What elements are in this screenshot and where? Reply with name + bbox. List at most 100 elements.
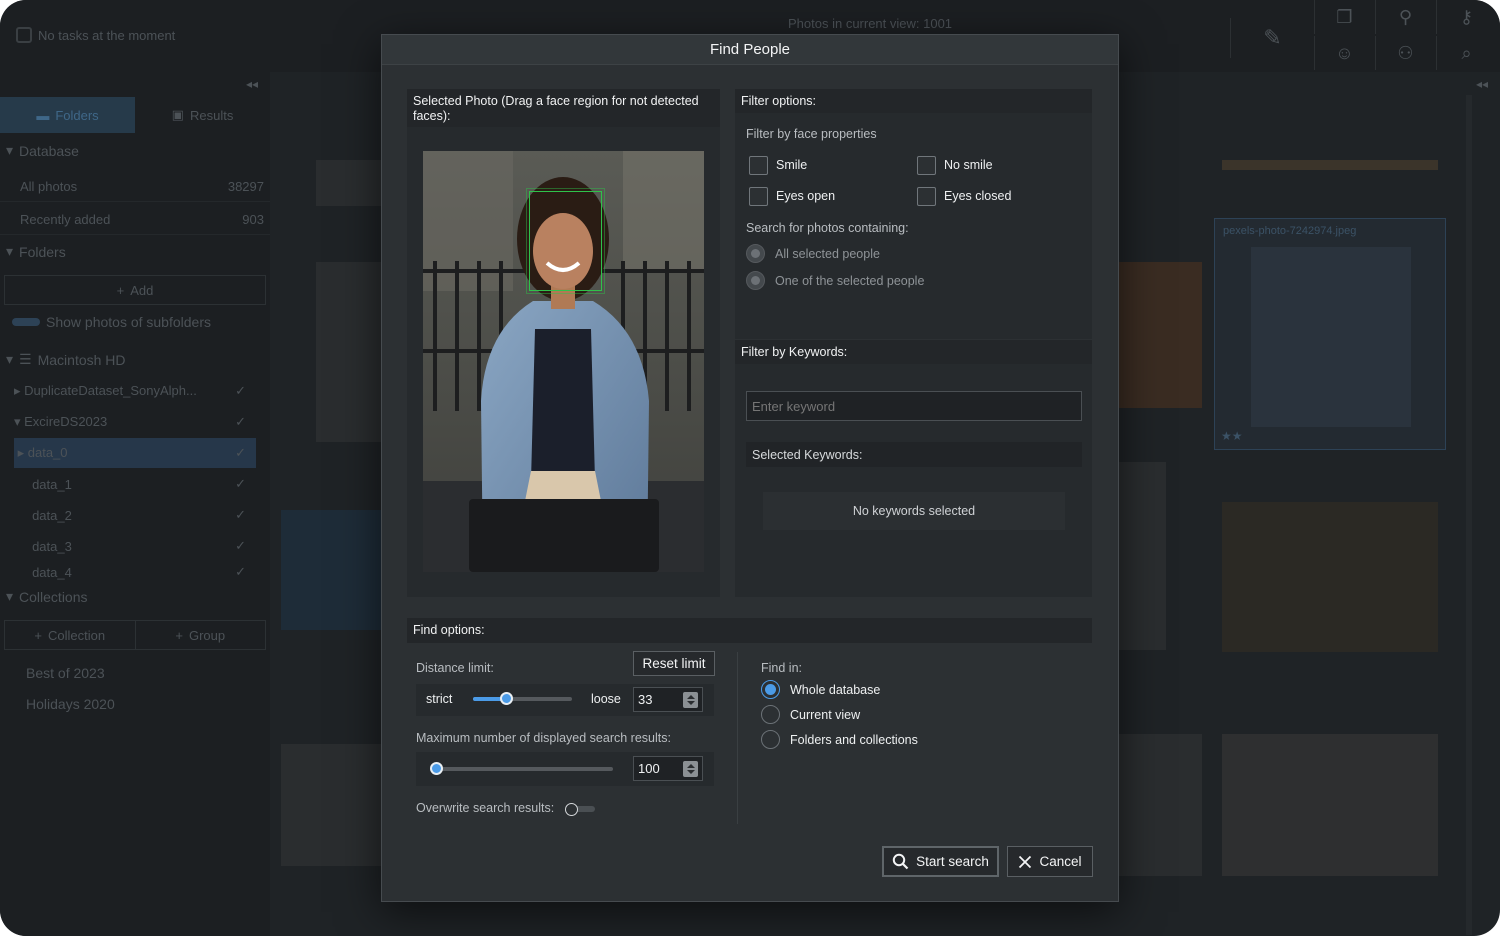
loose-label: loose — [591, 692, 621, 706]
check-icon: ✓ — [235, 507, 246, 522]
results-icon: ▣ — [171, 107, 184, 122]
face-properties-label: Filter by face properties — [746, 127, 877, 141]
sidebar-item-all-photos[interactable]: All photos 38297 — [0, 172, 270, 202]
thumbnail[interactable] — [1118, 462, 1166, 650]
photo-panel-header: Selected Photo (Drag a face region for n… — [407, 89, 720, 127]
tree-item[interactable]: data_1 ✓ — [14, 469, 256, 499]
plus-icon: + — [34, 627, 42, 643]
max-results-slider-track[interactable] — [436, 767, 613, 771]
selected-thumbnail[interactable]: pexels-photo-7242974.jpeg ★★ — [1214, 218, 1446, 450]
stack-icon[interactable]: ❐ — [1314, 0, 1374, 34]
start-search-label: Start search — [916, 854, 989, 869]
thumbnail[interactable] — [1222, 160, 1438, 170]
folders-collections-label: Folders and collections — [790, 733, 918, 747]
thumbnail[interactable] — [1118, 262, 1202, 408]
sidebar-item-recently-added[interactable]: Recently added 903 — [0, 205, 270, 235]
tab-folders[interactable]: ▬ Folders — [0, 97, 135, 133]
search-icon[interactable]: ⌕ — [1436, 36, 1496, 70]
location-icon[interactable]: ⚲ — [1375, 0, 1435, 34]
add-group-button[interactable]: + Group — [134, 621, 266, 649]
people-icon[interactable]: ⚇ — [1375, 36, 1435, 70]
overwrite-label: Overwrite search results: — [416, 801, 555, 815]
thumbnail[interactable] — [1222, 502, 1438, 652]
whole-database-radio[interactable] — [761, 680, 780, 699]
overwrite-toggle[interactable] — [565, 803, 595, 816]
cancel-button[interactable]: Cancel — [1007, 846, 1093, 877]
eyes-open-checkbox[interactable] — [749, 187, 768, 206]
max-results-label: Maximum number of displayed search resul… — [416, 731, 671, 745]
thumbnail[interactable] — [316, 160, 382, 206]
check-icon: ✓ — [235, 383, 246, 398]
app-window: No tasks at the moment Photos in current… — [0, 0, 1500, 936]
no-keywords-message: No keywords selected — [763, 492, 1065, 530]
one-selected-person-label: One of the selected people — [775, 274, 925, 288]
tree-item[interactable]: data_4 ✓ — [14, 562, 256, 582]
one-selected-person-radio[interactable] — [746, 271, 765, 290]
star-rating-icon[interactable]: ★★ — [1221, 429, 1243, 443]
face-icon[interactable]: ☺ — [1314, 36, 1374, 70]
smile-checkbox[interactable] — [749, 156, 768, 175]
start-search-button[interactable]: Start search — [882, 846, 999, 877]
thumbnail-image — [1251, 247, 1411, 427]
divider — [737, 652, 738, 824]
thumbnail[interactable] — [1118, 734, 1202, 876]
check-icon: ✓ — [235, 538, 246, 553]
search-containing-label: Search for photos containing: — [746, 221, 909, 235]
tab-results[interactable]: ▣ Results — [135, 97, 270, 133]
add-folder-button[interactable]: + Add — [4, 275, 266, 305]
current-view-radio[interactable] — [761, 705, 780, 724]
max-results-value: 100 — [638, 761, 660, 776]
whole-database-label: Whole database — [790, 683, 881, 697]
thumbnail[interactable] — [316, 262, 382, 442]
distance-value-input[interactable]: 33 — [633, 687, 703, 712]
distance-limit-label: Distance limit: — [416, 661, 494, 675]
chevron-down-icon: ▾ — [6, 588, 14, 604]
keyword-input[interactable] — [746, 391, 1082, 421]
keywords-header: Filter by Keywords: — [735, 340, 1092, 364]
task-status: No tasks at the moment — [16, 27, 175, 43]
stepper-icon[interactable] — [683, 692, 698, 708]
eyes-closed-checkbox[interactable] — [917, 187, 936, 206]
max-results-input[interactable]: 100 — [633, 756, 703, 781]
tree-item[interactable]: ▸ data_0 ✓ — [14, 438, 256, 468]
collection-item[interactable]: Best of 2023 — [26, 665, 105, 681]
drive-icon: ☰ — [19, 351, 32, 367]
all-selected-people-radio[interactable] — [746, 244, 765, 263]
key-icon[interactable]: ⚷ — [1436, 0, 1496, 34]
scrollbar[interactable] — [1466, 95, 1472, 935]
sidebar-tabs: ▬ Folders ▣ Results — [0, 97, 270, 133]
collections-section[interactable]: ▾ Collections — [6, 588, 88, 605]
stepper-icon[interactable] — [683, 761, 698, 777]
no-smile-checkbox[interactable] — [917, 156, 936, 175]
folder-icon: ▬ — [36, 107, 50, 123]
add-collection-button[interactable]: + Collection — [5, 621, 135, 649]
show-subfolders-toggle[interactable]: Show photos of subfolders — [12, 314, 211, 330]
volume-item[interactable]: ▾ ☰ Macintosh HD — [6, 351, 126, 368]
tree-item[interactable]: ▸ DuplicateDataset_SonyAlph... ✓ — [14, 376, 256, 406]
eyes-open-label: Eyes open — [776, 189, 836, 203]
smile-label: Smile — [776, 158, 808, 172]
cancel-label: Cancel — [1039, 854, 1082, 869]
tree-item[interactable]: data_2 ✓ — [14, 500, 256, 530]
folders-section[interactable]: ▾ Folders — [6, 243, 66, 260]
thumbnail[interactable] — [281, 744, 381, 866]
find-in-label: Find in: — [761, 661, 802, 675]
task-icon — [16, 27, 32, 43]
collapse-right-icon[interactable]: ◂◂ — [1476, 77, 1488, 91]
collection-item[interactable]: Holidays 2020 — [26, 696, 115, 712]
chevron-down-icon: ▾ — [6, 142, 14, 158]
check-icon: ✓ — [235, 445, 246, 460]
tree-item[interactable]: data_3 ✓ — [14, 531, 256, 561]
edit-metadata-icon[interactable]: ✎ — [1230, 18, 1314, 58]
folders-collections-radio[interactable] — [761, 730, 780, 749]
face-region[interactable] — [529, 191, 602, 291]
max-results-slider-handle[interactable] — [429, 762, 443, 775]
thumbnail[interactable] — [281, 510, 381, 630]
database-section[interactable]: ▾ Database — [6, 142, 79, 159]
reset-limit-button[interactable]: Reset limit — [633, 651, 715, 676]
thumbnail[interactable] — [1222, 734, 1438, 876]
tree-item[interactable]: ▾ ExcireDS2023 ✓ — [14, 407, 256, 437]
collection-buttons: + Collection + Group — [4, 620, 266, 650]
collapse-left-icon[interactable]: ◂◂ — [246, 77, 258, 91]
all-selected-people-label: All selected people — [775, 247, 880, 261]
